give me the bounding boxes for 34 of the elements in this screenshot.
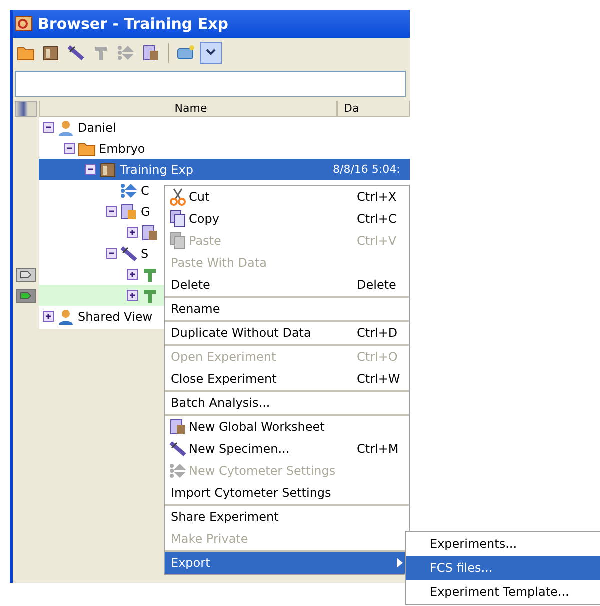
menu-item-label: Make Private <box>171 532 250 546</box>
window-title: Browser - Training Exp <box>38 15 229 33</box>
tree-item-label: G <box>141 204 150 218</box>
menu-item-label: Open Experiment <box>171 350 278 364</box>
shortcut-label: Ctrl+V <box>357 234 398 248</box>
menu-item-label: Cut <box>189 190 211 204</box>
tree-item-label: Embryo <box>99 142 146 156</box>
tree-item-label: Daniel <box>78 120 116 134</box>
menu-item-label: Delete <box>171 278 212 292</box>
menu-item-label: Copy <box>189 212 220 226</box>
shortcut-label: Ctrl+W <box>357 372 402 386</box>
shortcut-label: Delete <box>357 278 398 292</box>
menu-item-label: Rename <box>171 302 222 316</box>
shortcut-label: Ctrl+X <box>357 190 398 204</box>
tree-item-label: C <box>141 184 150 198</box>
date-cell-text: 8/8/16 5:04: <box>332 163 400 176</box>
tree-item-label: Shared View <box>78 310 153 324</box>
shortcut-label: Ctrl+M <box>357 442 400 456</box>
menu-item-label: Batch Analysis... <box>171 396 272 410</box>
shortcut-label: Ctrl+D <box>357 326 399 340</box>
menu-item-label: Share Experiment <box>171 510 280 524</box>
menu-item-label: Close Experiment <box>171 372 278 386</box>
menu-item-label: Import Cytometer Settings <box>171 486 332 500</box>
menu-item-label: New Specimen... <box>189 442 291 456</box>
shortcut-label: Ctrl+C <box>357 212 398 226</box>
menu-item-label: Paste With Data <box>171 256 268 270</box>
shortcut-label: Ctrl+O <box>357 350 399 364</box>
tree-item-label: S <box>141 246 149 260</box>
menu-item-label: New Cytometer Settings <box>189 464 337 478</box>
menu-item-label: Export <box>171 556 212 570</box>
menu-item-label: Paste <box>189 234 222 248</box>
menu-item-label: New Global Worksheet <box>189 420 326 434</box>
menu-item-label: Duplicate Without Data <box>171 326 312 340</box>
tree-item-label: Training Exp <box>120 162 194 176</box>
